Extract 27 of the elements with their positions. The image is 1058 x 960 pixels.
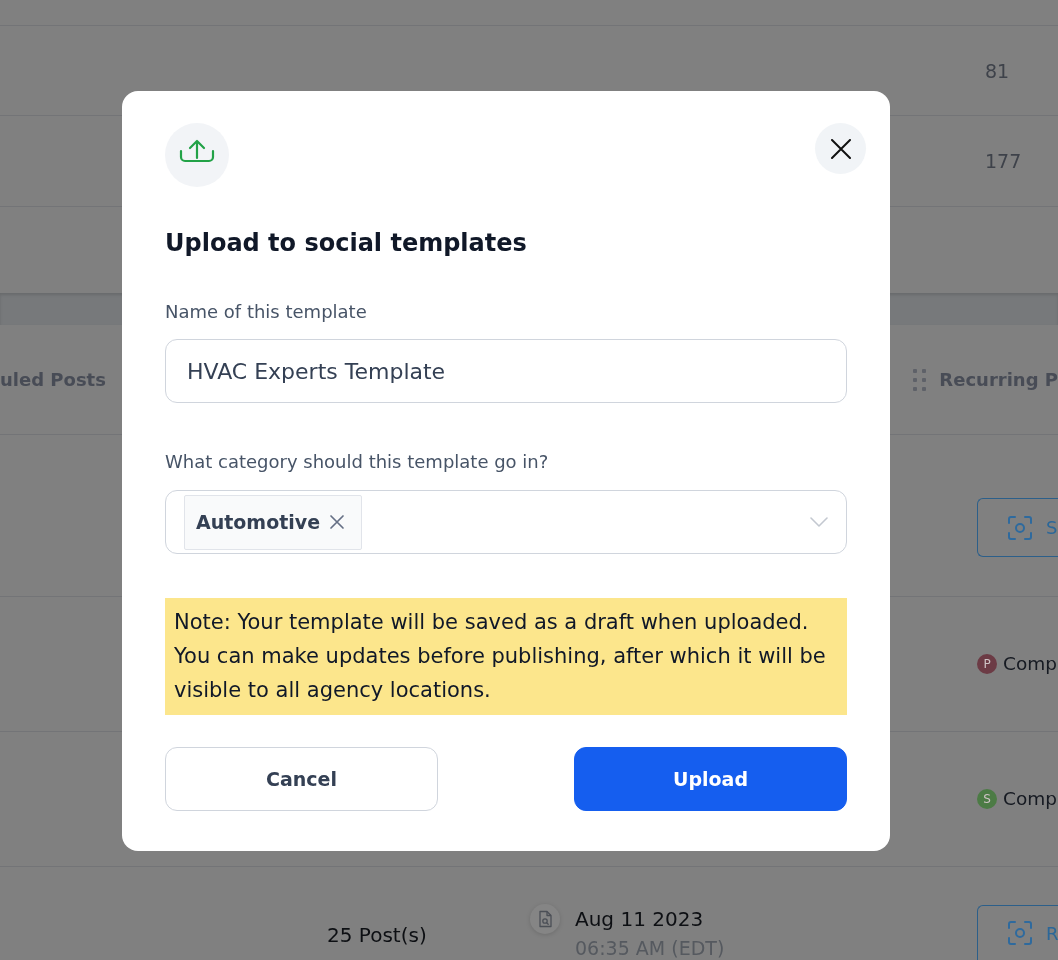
column-header: uled Posts — [0, 367, 106, 392]
date-text: Aug 11 2023 — [575, 907, 704, 931]
avatar: S — [977, 789, 997, 809]
viewfinder-icon — [1008, 921, 1032, 945]
table-cell: 177 — [985, 149, 1022, 173]
field-label: What category should this template go in? — [165, 450, 550, 474]
viewfinder-icon — [1008, 515, 1032, 540]
post-count: 25 Post(s) — [327, 923, 427, 947]
upload-button[interactable]: Upload — [574, 747, 847, 811]
remove-icon[interactable] — [329, 514, 346, 530]
close-icon — [830, 138, 851, 159]
upload-icon — [165, 123, 229, 187]
name-input[interactable]: HVAC Experts Template — [165, 339, 847, 403]
close-button[interactable] — [815, 123, 866, 174]
column-header: Recurring P — [939, 367, 1058, 392]
avatar: P — [977, 654, 997, 674]
chevron-down-icon — [810, 517, 828, 527]
field-label: Name of this template — [165, 300, 368, 324]
status-text: Comp — [1003, 787, 1057, 811]
category-select[interactable]: Automotive — [165, 490, 847, 554]
draft-note: Note: Your template will be saved as a draft when uploaded. You can make updates before publishing, after which it will be visible to all agency locations. — [165, 598, 847, 715]
status-text: Comp — [1003, 652, 1057, 676]
table-cell: 81 — [985, 58, 1010, 83]
drag-handle-icon[interactable] — [913, 368, 927, 391]
modal-title: Upload to social templates — [165, 228, 528, 259]
cancel-button[interactable]: Cancel — [165, 747, 438, 811]
category-tag[interactable]: Automotive — [184, 494, 363, 550]
